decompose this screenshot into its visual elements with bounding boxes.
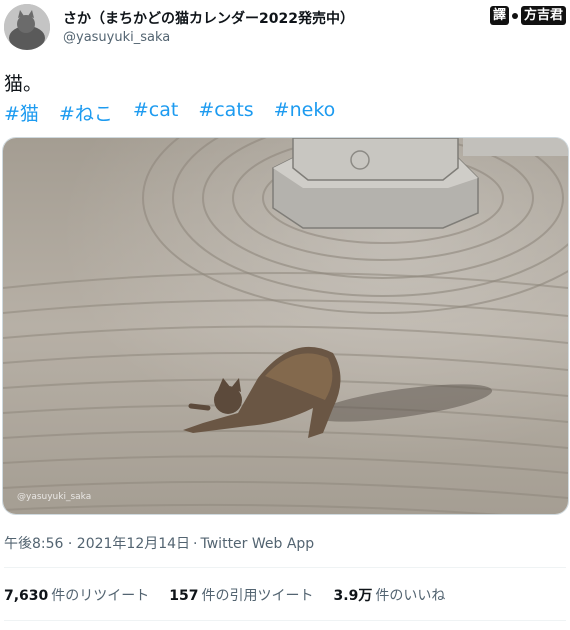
badge-left-label: 譯 <box>489 6 509 25</box>
tweet-text: 猫。 <box>4 73 43 95</box>
photo-watermark: @yasuyuki_saka <box>17 492 92 502</box>
cat-stretching-photo <box>3 138 568 514</box>
retweet-stat[interactable]: 7,630 件のリツイート <box>4 585 149 605</box>
hashtag-link[interactable]: #neko <box>274 99 336 126</box>
tweet-meta: 午後8:56 · 2021年12月14日 · Twitter Web App <box>4 533 314 553</box>
like-label: 件のいいね <box>375 588 446 604</box>
divider <box>4 567 566 568</box>
cat-avatar-image <box>4 4 50 50</box>
retweet-count: 7,630 <box>4 588 49 604</box>
tweet-photo[interactable]: @yasuyuki_saka <box>2 137 569 515</box>
badge-right-label: 方吉君 <box>520 6 566 25</box>
avatar[interactable] <box>4 4 50 50</box>
hashtag-link[interactable]: #猫 <box>4 99 39 126</box>
like-stat[interactable]: 3.9万 件のいいね <box>334 585 446 605</box>
hashtag-link[interactable]: #cat <box>133 99 178 126</box>
tweet-source[interactable]: Twitter Web App <box>201 536 315 552</box>
engagement-stats: 7,630 件のリツイート 157 件の引用ツイート 3.9万 件のいいね <box>4 585 445 605</box>
hashtag-link[interactable]: #ねこ <box>59 99 113 126</box>
badge-dot <box>511 12 518 19</box>
like-count: 3.9万 <box>333 588 373 604</box>
retweet-label: 件のリツイート <box>51 588 150 604</box>
author-handle[interactable]: @yasuyuki_saka <box>63 30 170 45</box>
quote-count: 157 <box>169 588 199 604</box>
hashtag-link[interactable]: #cats <box>198 99 253 126</box>
hashtag-list: #猫 #ねこ #cat #cats #neko <box>4 99 335 126</box>
tweet-timestamp[interactable]: 午後8:56 · 2021年12月14日 <box>4 536 190 552</box>
author-display-name[interactable]: さか（まちかどの猫カレンダー2022発売中） <box>63 8 354 28</box>
translator-badge: 譯 方吉君 <box>489 6 566 25</box>
divider <box>4 620 566 621</box>
meta-separator: · <box>193 536 198 552</box>
quote-stat[interactable]: 157 件の引用ツイート <box>169 585 313 605</box>
quote-label: 件の引用ツイート <box>201 588 314 604</box>
